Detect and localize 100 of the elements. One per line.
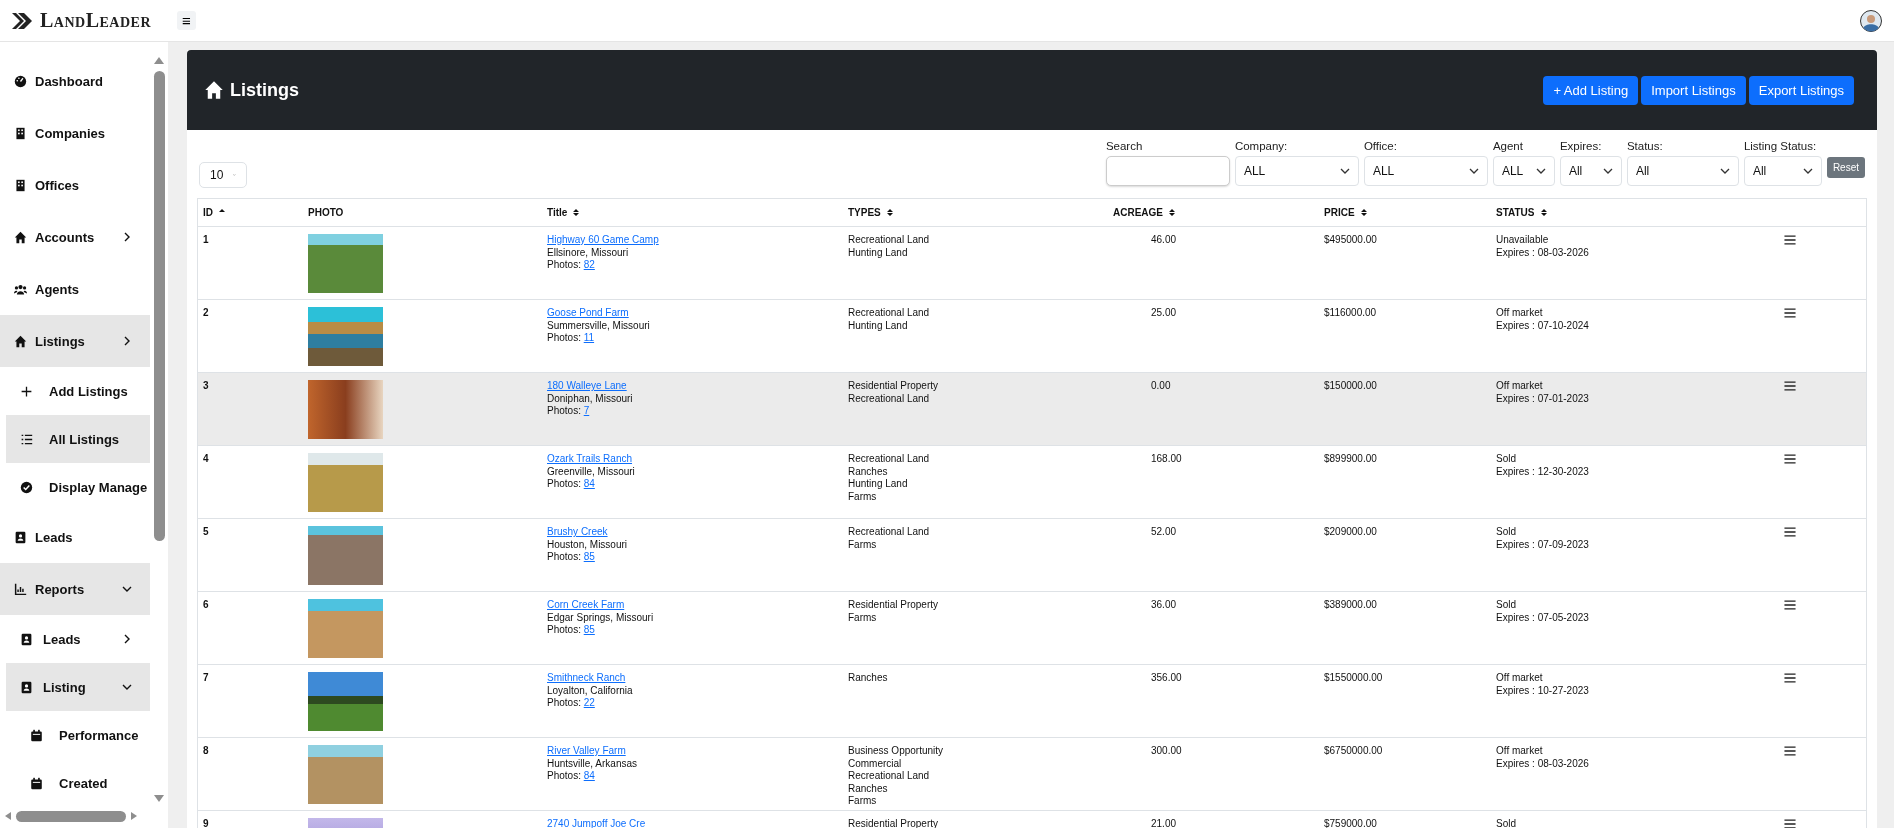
menu-icon[interactable] — [1784, 527, 1796, 537]
photos-link[interactable]: 7 — [583, 405, 590, 416]
sidebar-item[interactable]: Reports — [0, 563, 150, 615]
field-label: Company: — [1234, 140, 1289, 152]
sort-icon[interactable] — [573, 208, 580, 217]
scroll-left-icon[interactable] — [4, 811, 12, 821]
sidebar-item[interactable]: All Listings — [6, 415, 150, 463]
status-text: Off market — [1496, 307, 1544, 320]
type-text: Farms — [848, 795, 878, 808]
listing-link[interactable]: Brushy Creek — [547, 526, 608, 537]
photos-link[interactable]: 22 — [583, 697, 595, 708]
menu-icon[interactable] — [1784, 454, 1796, 464]
photos-link[interactable]: 82 — [583, 259, 595, 270]
sort-icon[interactable] — [1169, 208, 1175, 217]
listing-link[interactable]: Highway 60 Game Camp — [547, 234, 659, 245]
listing-link[interactable]: Ozark Trails Ranch — [547, 453, 633, 464]
sidebar-item[interactable]: Offices — [0, 159, 150, 211]
filter-dropdown[interactable]: ALL — [1492, 156, 1555, 186]
scroll-up-icon[interactable] — [153, 55, 165, 65]
sidebar-item[interactable]: Accounts — [0, 211, 150, 263]
listing-link[interactable]: Smithneck Ranch — [547, 672, 626, 683]
menu-button[interactable]: ≡ — [177, 11, 196, 30]
sort-icon[interactable] — [1360, 208, 1367, 217]
sidebar-item[interactable]: Performance — [6, 711, 150, 759]
sidebar-item[interactable]: Listing — [6, 663, 150, 711]
listing-link[interactable]: Corn Creek Farm — [547, 599, 625, 610]
filter-dropdown[interactable]: ALL — [1363, 156, 1488, 186]
status-text: Sold — [1496, 526, 1517, 539]
column-header[interactable]: ACREAGE — [1113, 207, 1163, 218]
scroll-right-icon[interactable] — [130, 811, 138, 821]
menu-icon[interactable] — [1784, 819, 1796, 828]
page-size-dropdown[interactable]: 10 — [199, 162, 247, 188]
sidebar-item[interactable]: Dashboard — [0, 55, 150, 107]
chevron-down-icon — [1719, 167, 1730, 175]
filter-dropdown[interactable]: All — [1559, 156, 1622, 186]
type-text: Hunting Land — [848, 319, 909, 332]
column-header[interactable]: STATUS — [1496, 207, 1535, 218]
sort-icon[interactable] — [886, 208, 893, 217]
search-field[interactable] — [1105, 156, 1230, 186]
reset-button[interactable]: Reset — [1826, 157, 1865, 178]
column-header[interactable]: TYPES — [848, 207, 881, 218]
action-button[interactable]: Export Listings — [1748, 75, 1854, 105]
calendar-icon — [30, 728, 43, 742]
sidebar-item[interactable]: Companies — [0, 107, 150, 159]
sidebar-item[interactable]: Agents — [0, 263, 150, 315]
menu-icon[interactable] — [1784, 746, 1796, 756]
sidebar-item[interactable]: Listings — [0, 315, 150, 367]
acreage-text: 46.00 — [1151, 234, 1177, 245]
scrollbar-thumb[interactable] — [153, 71, 165, 541]
table-row[interactable]: 5 Brushy Creek Houston, Missouri Photos: 85 Recreational Land Farms 52.00 $209000.00 Sold Expires : 07-09-2023 — [198, 519, 1866, 592]
action-button[interactable]: + Add Listing — [1543, 75, 1639, 105]
filter-dropdown[interactable]: All — [1743, 156, 1822, 186]
people-icon — [14, 282, 27, 296]
sidebar-item[interactable]: Add Listings — [6, 367, 150, 415]
table-row[interactable]: 1 Highway 60 Game Camp Ellsinore, Missouri Photos: 82 Recreational Land Hunting Land 46.00 $495000.00 Unavailable Expires : 08-03-2026 — [198, 227, 1866, 300]
chart-icon — [14, 582, 27, 596]
type-text: Residential Property — [848, 380, 940, 393]
action-button[interactable]: Import Listings — [1641, 75, 1746, 105]
menu-icon[interactable] — [1784, 673, 1796, 683]
sidebar-item[interactable]: Created — [6, 759, 150, 807]
avatar-icon[interactable] — [1860, 9, 1882, 32]
column-header[interactable]: ID — [203, 207, 213, 218]
contact-card-icon — [14, 530, 27, 544]
menu-icon[interactable] — [1784, 308, 1796, 318]
type-text: Hunting Land — [848, 478, 909, 491]
id-text: 6 — [203, 599, 209, 610]
table-row[interactable]: 8 River Valley Farm Huntsville, Arkansas Photos: 84 Business Opportunity Commercial Recreational Land Ranches Farms 300.00 $6750000.00 Off market Expires : 08-03-2026 — [198, 738, 1866, 811]
column-header[interactable]: Title — [547, 207, 568, 218]
page-title: Listings — [230, 79, 299, 101]
scrollbar-thumb[interactable] — [16, 810, 126, 822]
id-text: 7 — [203, 672, 209, 683]
scroll-down-icon[interactable] — [153, 794, 165, 804]
menu-icon[interactable] — [1784, 381, 1796, 391]
location-text: Edgar Springs, Missouri — [547, 611, 654, 623]
sort-icon[interactable] — [1540, 208, 1547, 217]
sidebar-item[interactable]: Display Manage — [6, 463, 150, 511]
table-row[interactable]: 7 Smithneck Ranch Loyalton, California Photos: 22 Ranches 356.00 $1550000.00 Off market Expires : 10-27-2023 — [198, 665, 1866, 738]
photos-link[interactable]: 84 — [583, 770, 595, 781]
filter-dropdown[interactable]: ALL — [1234, 156, 1359, 186]
filter-dropdown[interactable]: All — [1626, 156, 1739, 186]
listing-link[interactable]: Goose Pond Farm — [547, 307, 629, 318]
listing-link[interactable]: River Valley Farm — [547, 745, 626, 756]
sidebar-item[interactable]: Leads — [6, 615, 150, 663]
column-header[interactable]: PRICE — [1324, 207, 1355, 218]
price-text: $209000.00 — [1324, 526, 1377, 537]
photos-label: Photos: — [547, 624, 581, 635]
sidebar-item[interactable]: Leads — [0, 511, 150, 563]
table-row[interactable]: 3 180 Walleye Lane Doniphan, Missouri Photos: 7 Residential Property Recreational Land 0.00 $150000.00 Off market Expires : 07-01-2023 — [198, 373, 1866, 446]
photos-link[interactable]: 11 — [583, 332, 595, 343]
price-text: $389000.00 — [1324, 599, 1377, 610]
status-text: Off market — [1496, 672, 1544, 685]
listing-link[interactable]: 180 Walleye Lane — [547, 380, 627, 391]
photos-link[interactable]: 84 — [583, 478, 595, 489]
menu-icon[interactable] — [1784, 600, 1796, 610]
table-row[interactable]: 6 Corn Creek Farm Edgar Springs, Missouri Photos: 85 Residential Property Farms 36.00 $389000.00 Sold Expires : 07-05-2023 — [198, 592, 1866, 665]
photos-link[interactable]: 85 — [583, 624, 595, 635]
table-row[interactable]: 4 Ozark Trails Ranch Greenville, Missouri Photos: 84 Recreational Land Ranches Hunting Land Farms 168.00 $899900.00 Sold Expires : 12-30-2023 — [198, 446, 1866, 519]
status-text: Unavailable — [1496, 234, 1550, 247]
photos-link[interactable]: 85 — [583, 551, 595, 562]
menu-icon[interactable] — [1784, 235, 1796, 245]
